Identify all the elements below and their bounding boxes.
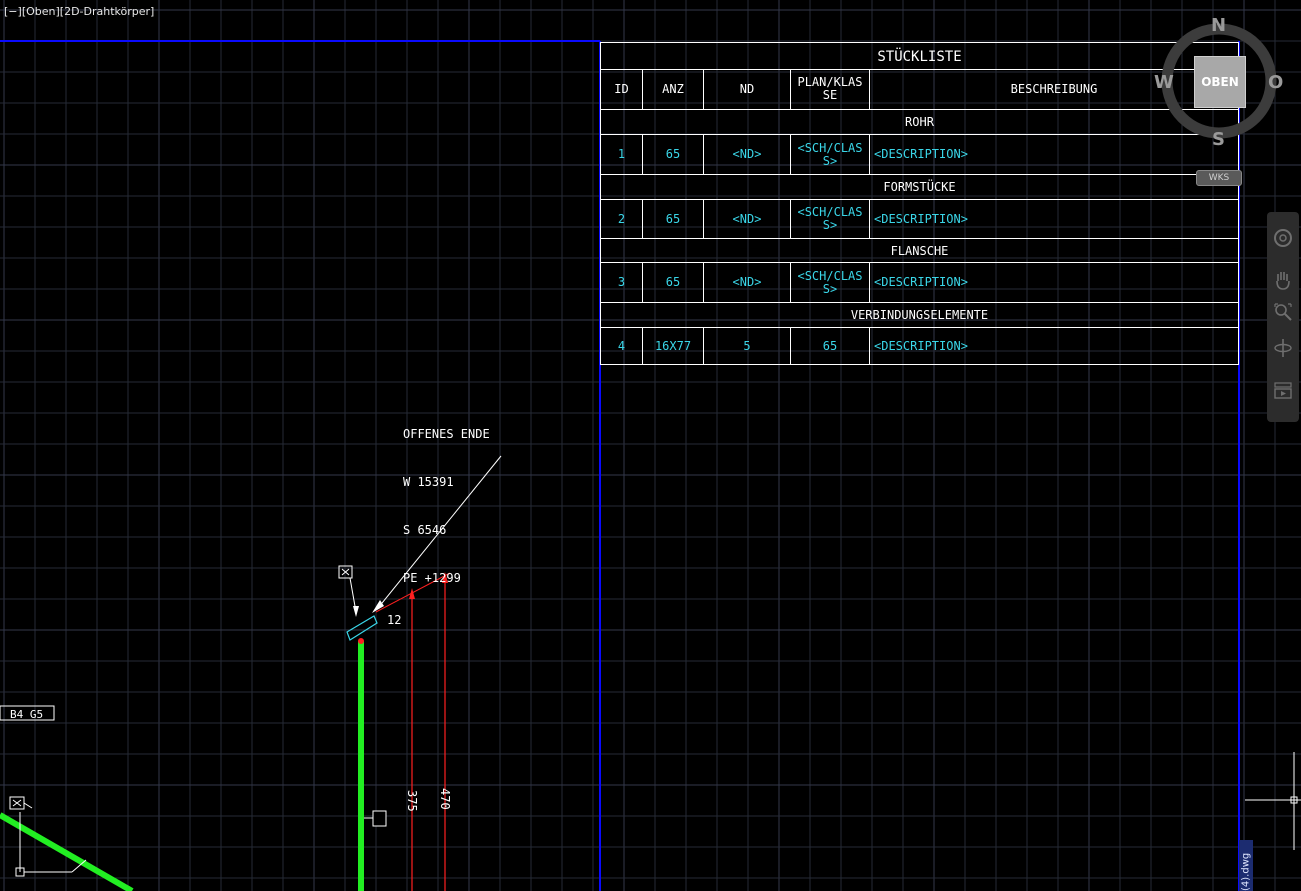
annotation-line-1: OFFENES ENDE [403, 427, 490, 441]
bom-header-anz: ANZ [642, 69, 703, 109]
bom-row[interactable]: 1 65 <ND> <SCH/CLAS S> <DESCRIPTION> [601, 135, 1238, 175]
bom-cell-plan: 65 [790, 328, 869, 364]
bom-cell-plan: <SCH/CLAS S> [790, 200, 869, 238]
bom-cell-anz: 65 [642, 263, 703, 302]
bom-header-row: ID ANZ ND PLAN/KLAS SE BESCHREIBUNG [601, 69, 1238, 110]
bom-header-nd: ND [703, 69, 790, 109]
steering-wheel-icon[interactable] [1272, 226, 1294, 250]
bom-cell-id: 3 [617, 275, 626, 289]
bom-title: STÜCKLISTE [601, 43, 1238, 70]
bom-row[interactable]: 2 65 <ND> <SCH/CLAS S> <DESCRIPTION> [601, 200, 1238, 239]
file-tab-label: (4).dwg [1240, 852, 1252, 891]
open-end-marker-arrowhead [353, 606, 359, 617]
viewport-controls: [−][Oben][2D-Drahtkörper] [4, 5, 154, 18]
bom-header-plan: PLAN/KLAS SE [790, 69, 869, 109]
viewport-visual-style[interactable]: [2D-Drahtkörper] [60, 5, 155, 18]
compass-west[interactable]: W [1154, 72, 1174, 93]
left-tag-label: B4 G5 [10, 708, 43, 721]
viewcube-top-face[interactable]: OBEN [1194, 56, 1246, 108]
bom-cell-anz: 16X77 [642, 328, 703, 364]
bom-header-plan-label: PLAN/KLAS SE [797, 75, 863, 102]
bom-cell-nd: <ND> [703, 263, 790, 302]
open-end-marker-glyph [341, 568, 350, 576]
showmotion-icon[interactable] [1272, 378, 1294, 402]
bom-row[interactable]: 3 65 <ND> <SCH/CLAS S> <DESCRIPTION> [601, 263, 1238, 303]
bom-cell-anz: 65 [642, 135, 703, 174]
bom-cell-id: 4 [617, 338, 626, 353]
orbit-icon[interactable] [1272, 336, 1294, 360]
bom-row[interactable]: 4 16X77 5 65 <DESCRIPTION> [601, 328, 1238, 364]
bom-cell-plan: <SCH/CLAS S> [790, 263, 869, 302]
bom-section-formstuecke: FORMSTÜCKE [601, 175, 1238, 200]
compass-north[interactable]: N [1211, 15, 1226, 36]
bom-cell-id: 2 [617, 211, 626, 226]
bom-cell-id: 1 [617, 147, 626, 161]
open-end-annotation[interactable]: OFFENES ENDE W 15391 S 6546 PE +1299 [403, 394, 490, 602]
file-tab[interactable]: (4).dwg [1239, 840, 1253, 891]
compass-south[interactable]: S [1212, 129, 1225, 150]
bill-of-materials-table[interactable]: STÜCKLISTE ID ANZ ND PLAN/KLAS SE BESCHR… [600, 42, 1239, 365]
annotation-line-2: W 15391 [403, 475, 454, 489]
bom-section-flansche: FLANSCHE [601, 239, 1238, 263]
bom-cell-anz: 65 [642, 200, 703, 238]
bom-cell-description: <DESCRIPTION> [869, 328, 1238, 364]
viewport-view[interactable]: [Oben] [22, 5, 60, 18]
viewport-menu[interactable]: [−] [4, 5, 22, 18]
annotation-line-3: S 6546 [403, 523, 447, 537]
pipe-open-end-point [358, 638, 364, 644]
pan-hand-icon[interactable] [1272, 268, 1294, 292]
pipe-end-symbol[interactable] [346, 615, 378, 641]
left-marker-glyph [12, 799, 33, 809]
bom-header-id: ID [614, 81, 629, 96]
bom-section-verbindungselemente: VERBINDUNGSELEMENTE [601, 303, 1238, 328]
bom-cell-description: <DESCRIPTION> [869, 200, 1238, 238]
slope-label: 12 [387, 613, 401, 627]
zoom-extents-icon[interactable] [1272, 300, 1294, 324]
bom-cell-nd: <ND> [703, 200, 790, 238]
annotation-line-4: PE +1299 [403, 571, 461, 585]
dimension-text-470: 470 [438, 788, 452, 810]
compass-east[interactable]: O [1268, 72, 1283, 93]
pipe-tag-box[interactable] [372, 810, 387, 827]
wcs-menu-button[interactable]: WKS [1196, 170, 1242, 186]
bom-section-rohr: ROHR [601, 110, 1238, 135]
bom-cell-plan: <SCH/CLAS S> [790, 135, 869, 174]
navigation-bar [1267, 212, 1299, 422]
bom-cell-nd: <ND> [703, 135, 790, 174]
viewcube[interactable]: N S W O OBEN WKS [1154, 14, 1283, 189]
bom-cell-nd: 5 [703, 328, 790, 364]
bom-cell-description: <DESCRIPTION> [869, 263, 1238, 302]
dimension-text-375: 375 [405, 790, 419, 812]
